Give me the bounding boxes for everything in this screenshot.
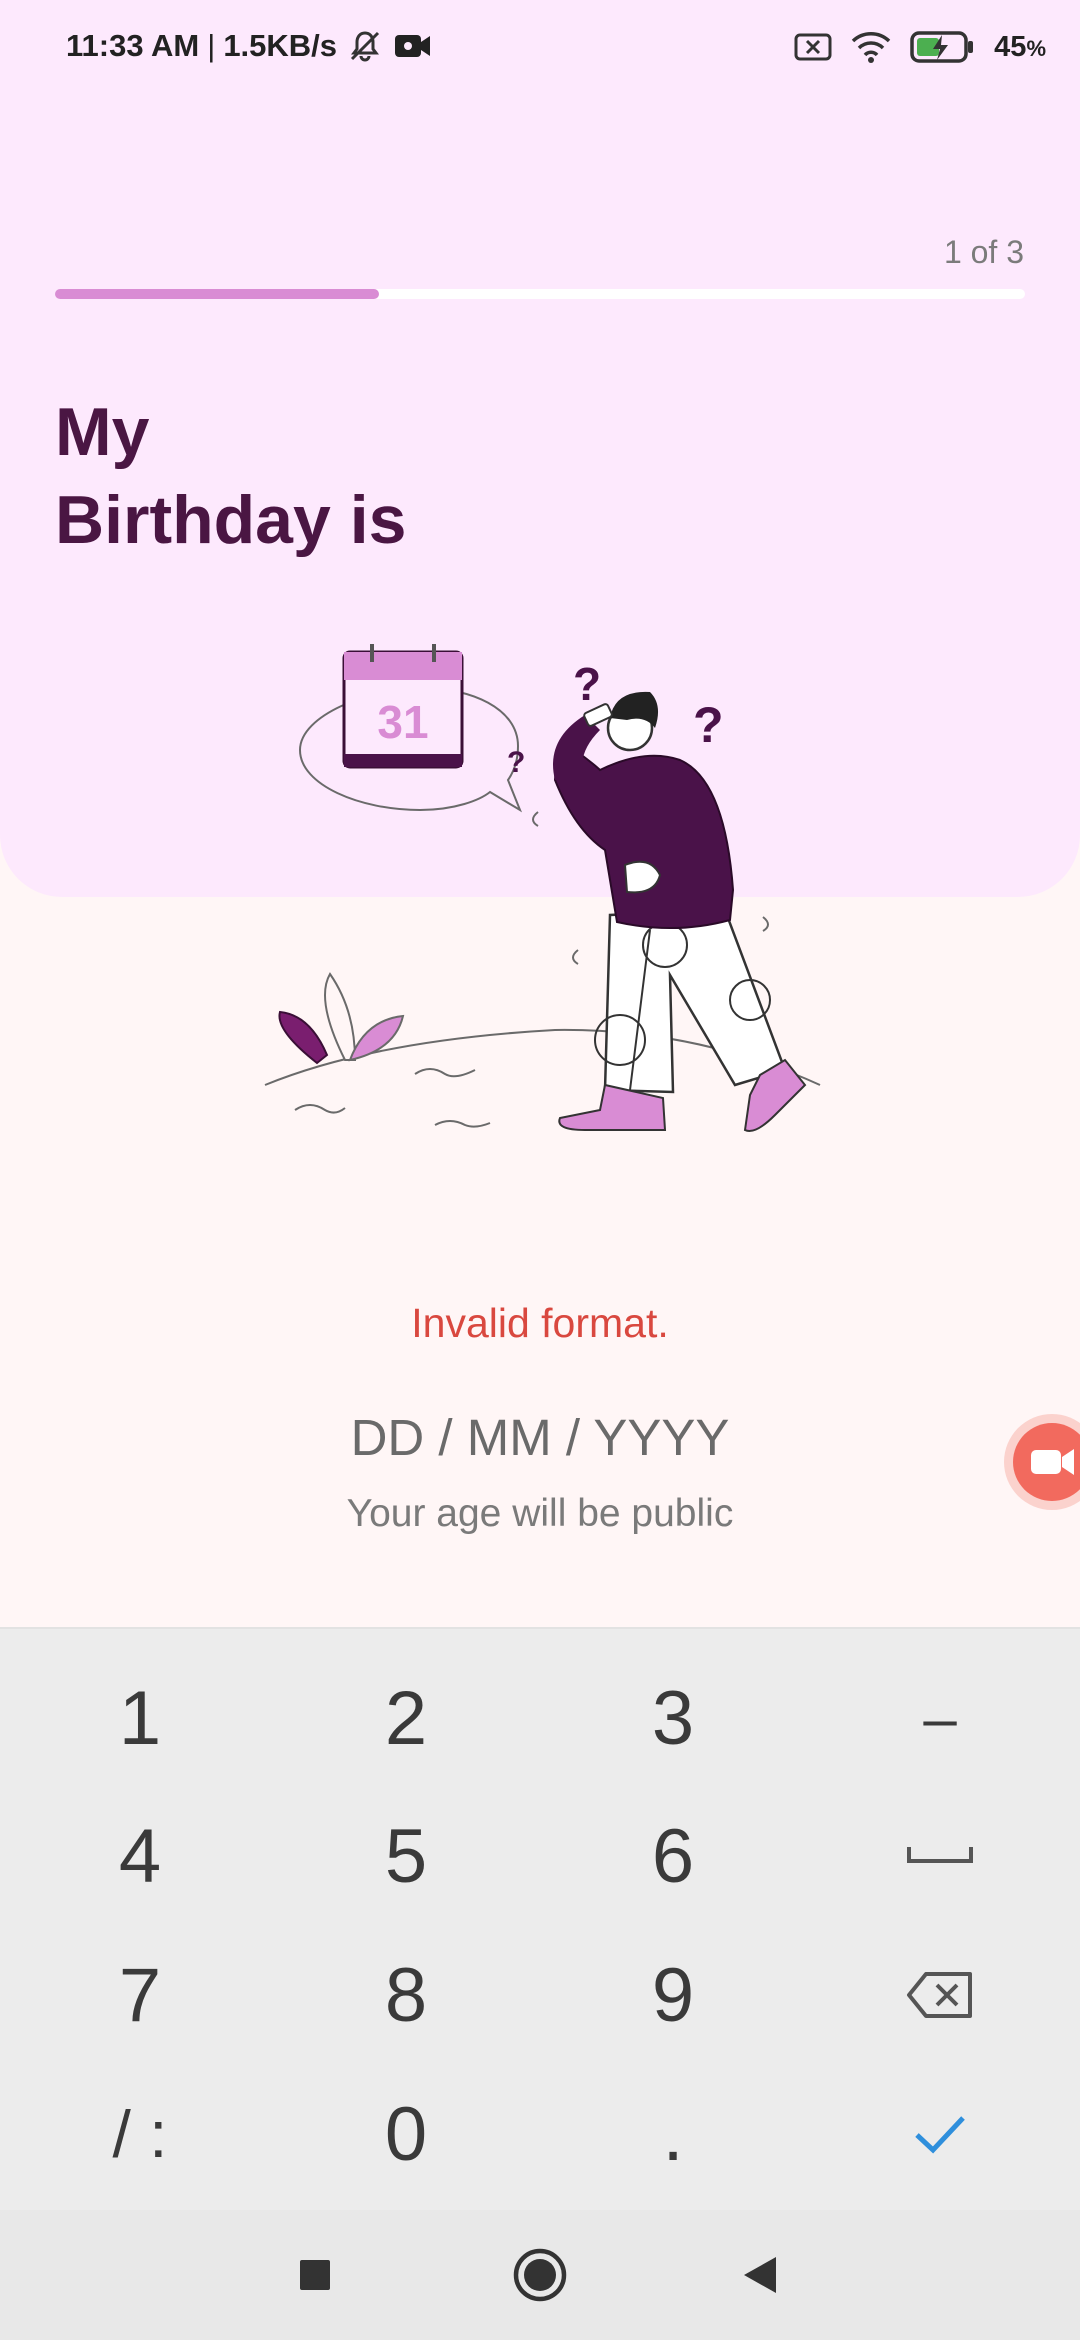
birthday-input[interactable] bbox=[240, 1400, 840, 1474]
mute-icon bbox=[350, 31, 380, 62]
key-done[interactable] bbox=[810, 2064, 1070, 2204]
birthday-illustration: 31 ? ? ? bbox=[264, 644, 821, 1132]
page-title: My Birthday is bbox=[55, 388, 755, 564]
key-5[interactable]: 5 bbox=[276, 1786, 536, 1926]
key-slash-colon[interactable]: / : bbox=[10, 2064, 270, 2204]
recents-button[interactable] bbox=[280, 2240, 350, 2310]
back-button[interactable] bbox=[725, 2240, 795, 2310]
leaf-outline bbox=[324, 972, 357, 1061]
error-message: Invalid format. bbox=[411, 1300, 669, 1346]
checkmark-icon bbox=[915, 2116, 965, 2154]
navigation-bar bbox=[0, 2210, 1080, 2340]
helper-text: Your age will be public bbox=[346, 1492, 734, 1535]
backspace-icon bbox=[907, 1972, 972, 2018]
key-0[interactable]: 0 bbox=[276, 2064, 536, 2204]
key-backspace[interactable] bbox=[810, 1925, 1070, 2065]
key-7[interactable]: 7 bbox=[10, 1925, 270, 2065]
key-period[interactable]: . bbox=[543, 2064, 803, 2204]
status-time: 11:33 AM bbox=[66, 28, 200, 63]
wifi-icon bbox=[851, 32, 891, 63]
battery-level: 45% bbox=[994, 31, 1046, 64]
question-mark-3: ? bbox=[507, 746, 525, 779]
home-button[interactable] bbox=[505, 2240, 575, 2310]
status-bar: 11:33 AM | 1.5KB/s 45% bbox=[0, 0, 1080, 100]
leaf-dark bbox=[278, 1010, 329, 1065]
key-dash[interactable]: – bbox=[810, 1648, 1070, 1788]
key-4[interactable]: 4 bbox=[10, 1786, 270, 1926]
status-separator: | bbox=[207, 28, 216, 63]
question-mark-1: ? bbox=[573, 658, 601, 710]
home-icon bbox=[513, 2248, 567, 2302]
battery-percent: 45 bbox=[994, 30, 1027, 63]
page-title-line-2: Birthday is bbox=[55, 482, 407, 558]
key-space[interactable] bbox=[810, 1786, 1070, 1926]
key-2[interactable]: 2 bbox=[276, 1648, 536, 1788]
calendar-day: 31 bbox=[377, 696, 428, 748]
back-icon bbox=[744, 2257, 776, 2293]
progress-bar bbox=[55, 289, 1025, 299]
no-sim-icon bbox=[794, 33, 832, 61]
video-record-icon bbox=[395, 35, 431, 57]
person-figure bbox=[553, 691, 807, 1132]
space-icon bbox=[907, 1847, 973, 1863]
recents-icon bbox=[300, 2260, 330, 2290]
key-3[interactable]: 3 bbox=[543, 1648, 803, 1788]
leaf-pink bbox=[348, 1014, 405, 1062]
numeric-keyboard: 1 2 3 – 4 5 6 7 8 9 / : 0 . bbox=[0, 1627, 1080, 2212]
screen-record-button[interactable] bbox=[1004, 1414, 1080, 1510]
page-title-line-1: My bbox=[55, 394, 150, 470]
status-right: 45% bbox=[776, 30, 1046, 64]
status-left: 11:33 AM | 1.5KB/s bbox=[66, 28, 433, 64]
key-6[interactable]: 6 bbox=[543, 1786, 803, 1926]
question-mark-2: ? bbox=[693, 697, 724, 753]
network-speed: 1.5KB/s bbox=[223, 28, 338, 63]
step-counter: 1 of 3 bbox=[943, 234, 1024, 270]
key-1[interactable]: 1 bbox=[10, 1648, 270, 1788]
battery-charging-icon bbox=[910, 31, 974, 63]
video-camera-icon bbox=[1031, 1449, 1074, 1475]
progress-fill bbox=[55, 289, 379, 299]
calendar-icon: 31 bbox=[342, 644, 464, 769]
key-8[interactable]: 8 bbox=[276, 1925, 536, 2065]
battery-unit: % bbox=[1026, 35, 1046, 61]
key-9[interactable]: 9 bbox=[543, 1925, 803, 2065]
screen-record-inner bbox=[1013, 1423, 1080, 1501]
